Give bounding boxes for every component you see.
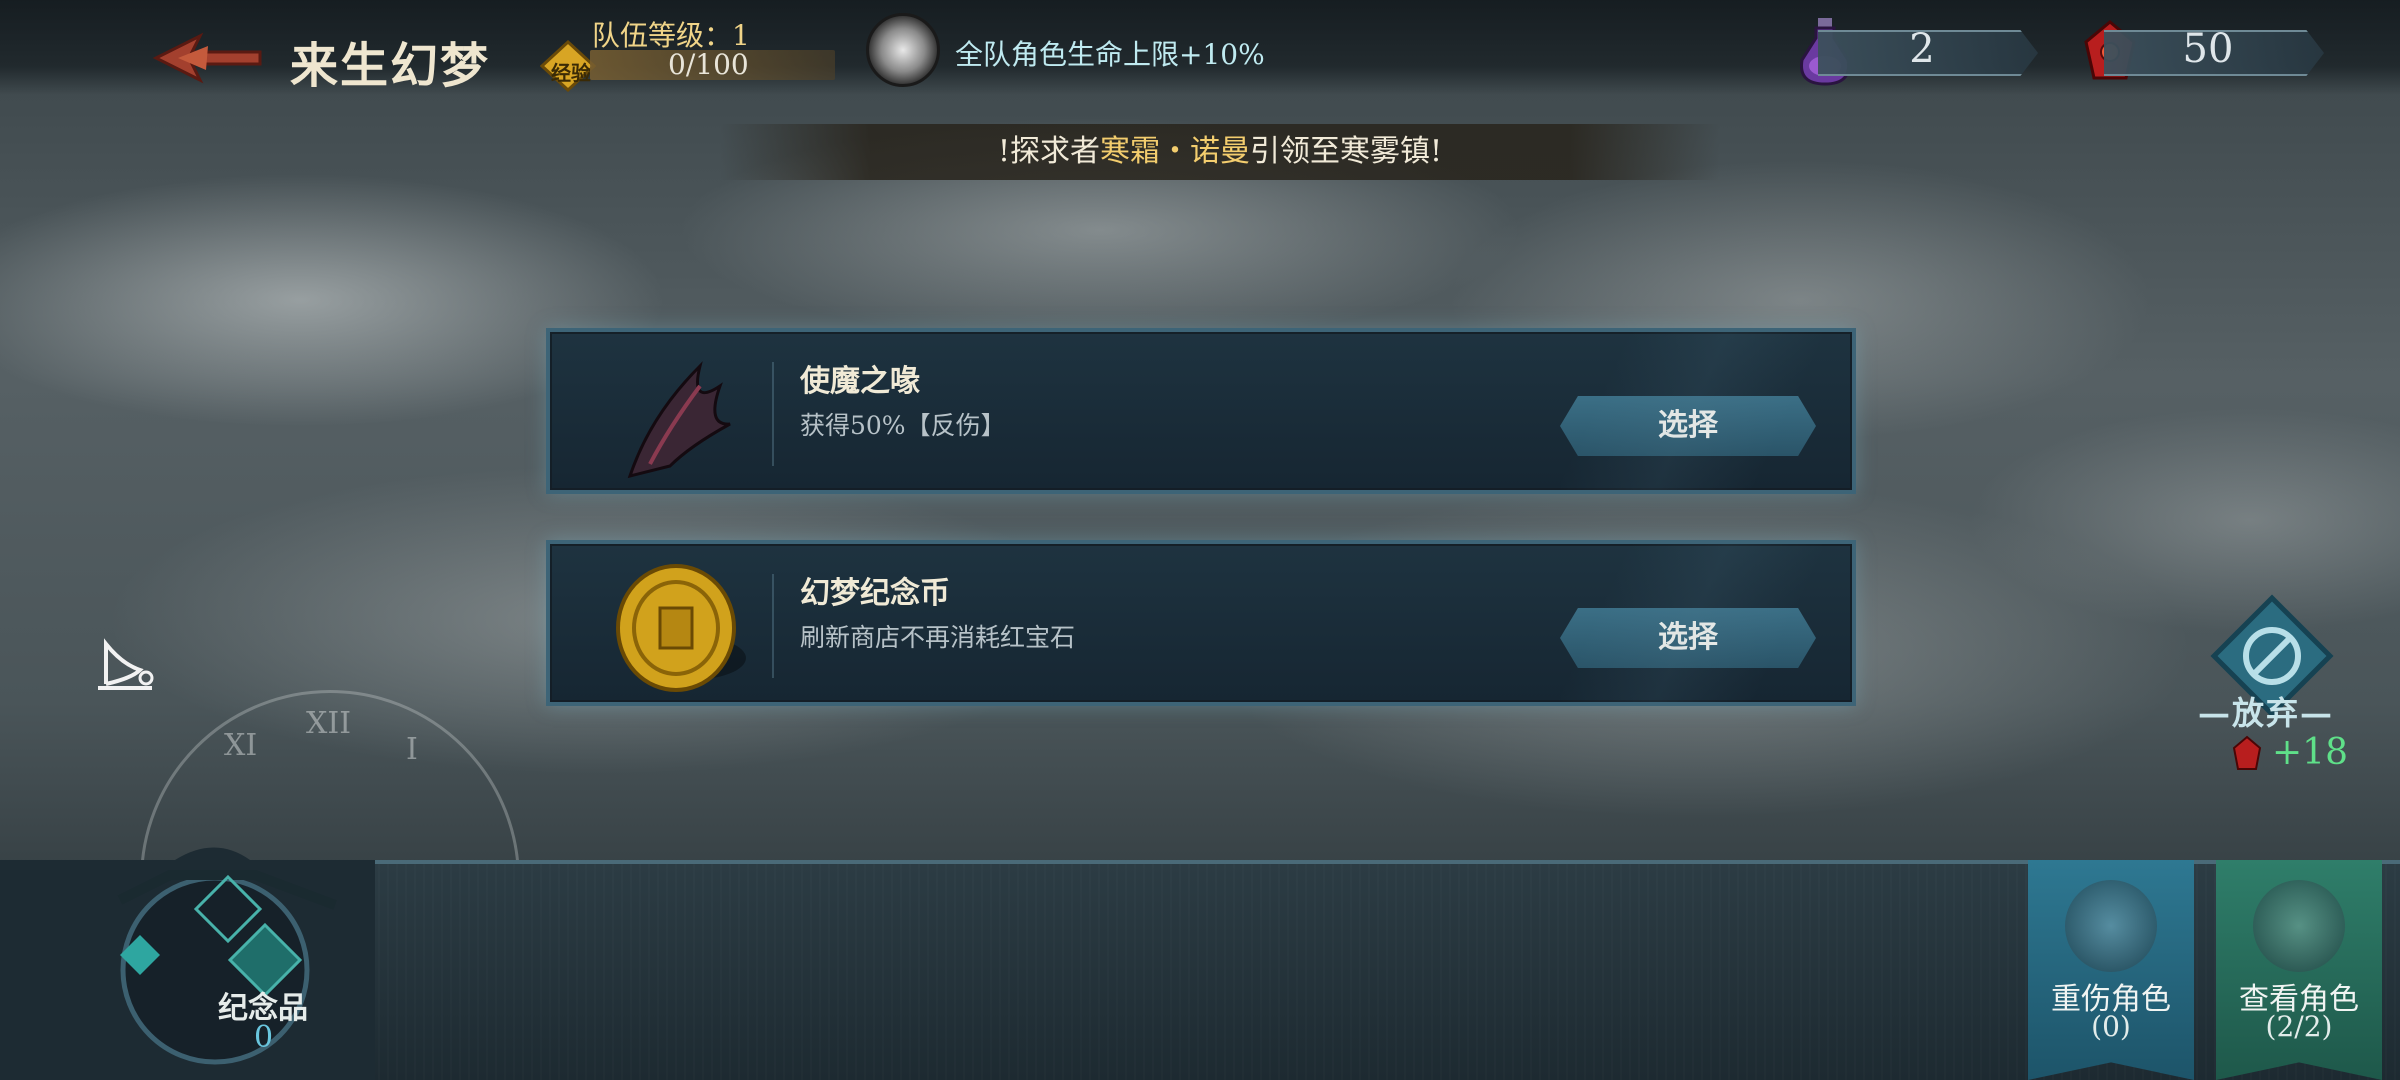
exp-badge-label: 经验 — [551, 61, 591, 85]
quill-icon[interactable] — [92, 634, 160, 694]
potion-count: 2 — [1909, 26, 1935, 72]
card-title: 幻梦纪念币 — [800, 576, 950, 611]
souvenir-button[interactable] — [0, 835, 380, 1080]
coin-icon — [616, 564, 746, 692]
hooded-figure-icon — [2253, 880, 2345, 972]
story-banner: !探求者寒霜・诺曼引领至寒雾镇! — [720, 124, 1720, 180]
clock-numeral: XII — [306, 706, 352, 741]
reward-card-1: 使魔之喙 获得50%【反伤】 选择 — [546, 328, 1856, 494]
abandon-label: —放弃— — [2198, 694, 2335, 732]
view-count: (2/2) — [2265, 1010, 2333, 1043]
card-divider — [772, 362, 774, 466]
back-arrow-icon[interactable] — [148, 30, 268, 86]
souvenir-count: 0 — [254, 1020, 274, 1055]
select-button[interactable]: 选择 — [1560, 608, 1816, 668]
banner-suffix: 引领至寒雾镇! — [1250, 134, 1443, 169]
clock-numeral: I — [406, 732, 418, 767]
card-divider — [772, 574, 774, 678]
beak-icon — [627, 361, 731, 479]
skull-emblem-icon[interactable] — [866, 13, 940, 87]
injured-count: (0) — [2091, 1010, 2131, 1043]
view-characters-button[interactable]: 查看角色 (2/2) — [2216, 860, 2382, 1080]
card-title: 使魔之喙 — [800, 364, 920, 399]
page-title: 来生幻梦 — [290, 38, 491, 94]
exp-progress-text: 0/100 — [668, 48, 749, 81]
banner-prefix: !探求者 — [997, 134, 1100, 169]
team-buff-text: 全队角色生命上限+10% — [955, 38, 1265, 71]
select-button[interactable]: 选择 — [1560, 396, 1816, 456]
banner-highlight: 寒霜・诺曼 — [1100, 134, 1250, 169]
red-gem-icon — [2232, 735, 2262, 770]
gem-count: 50 — [2182, 26, 2234, 72]
card-description: 获得50%【反伤】 — [800, 411, 1006, 440]
axe-icon — [2065, 880, 2157, 972]
abandon-text: 放弃 — [2232, 694, 2301, 732]
injured-characters-button[interactable]: 重伤角色 (0) — [2028, 860, 2194, 1080]
clock-numeral: XI — [224, 728, 258, 763]
card-description: 刷新商店不再消耗红宝石 — [800, 623, 1076, 652]
abandon-reward: +18 — [2272, 732, 2348, 773]
reward-card-2: 幻梦纪念币 刷新商店不再消耗红宝石 选择 — [546, 540, 1856, 706]
